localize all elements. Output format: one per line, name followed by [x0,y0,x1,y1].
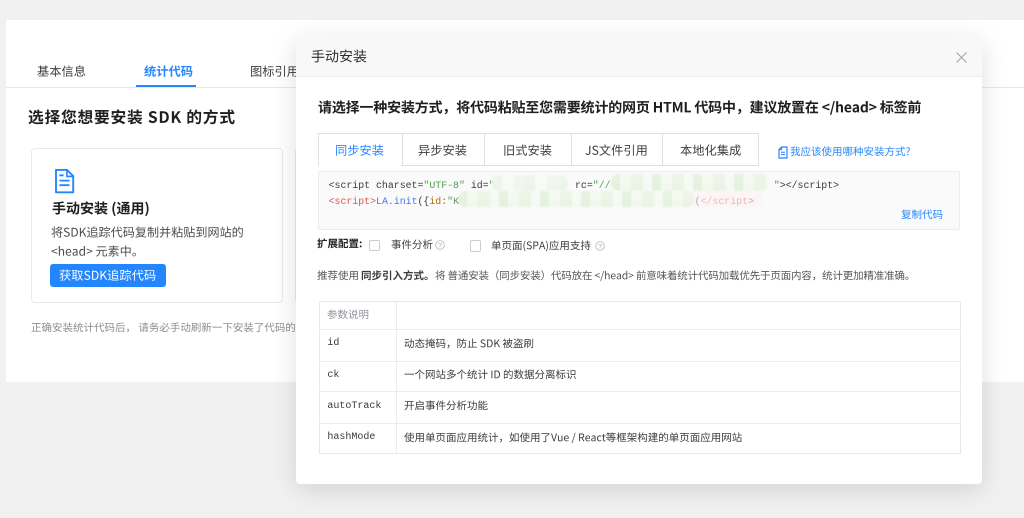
svg-text:?: ? [438,243,442,250]
svg-text:?: ? [598,243,602,250]
